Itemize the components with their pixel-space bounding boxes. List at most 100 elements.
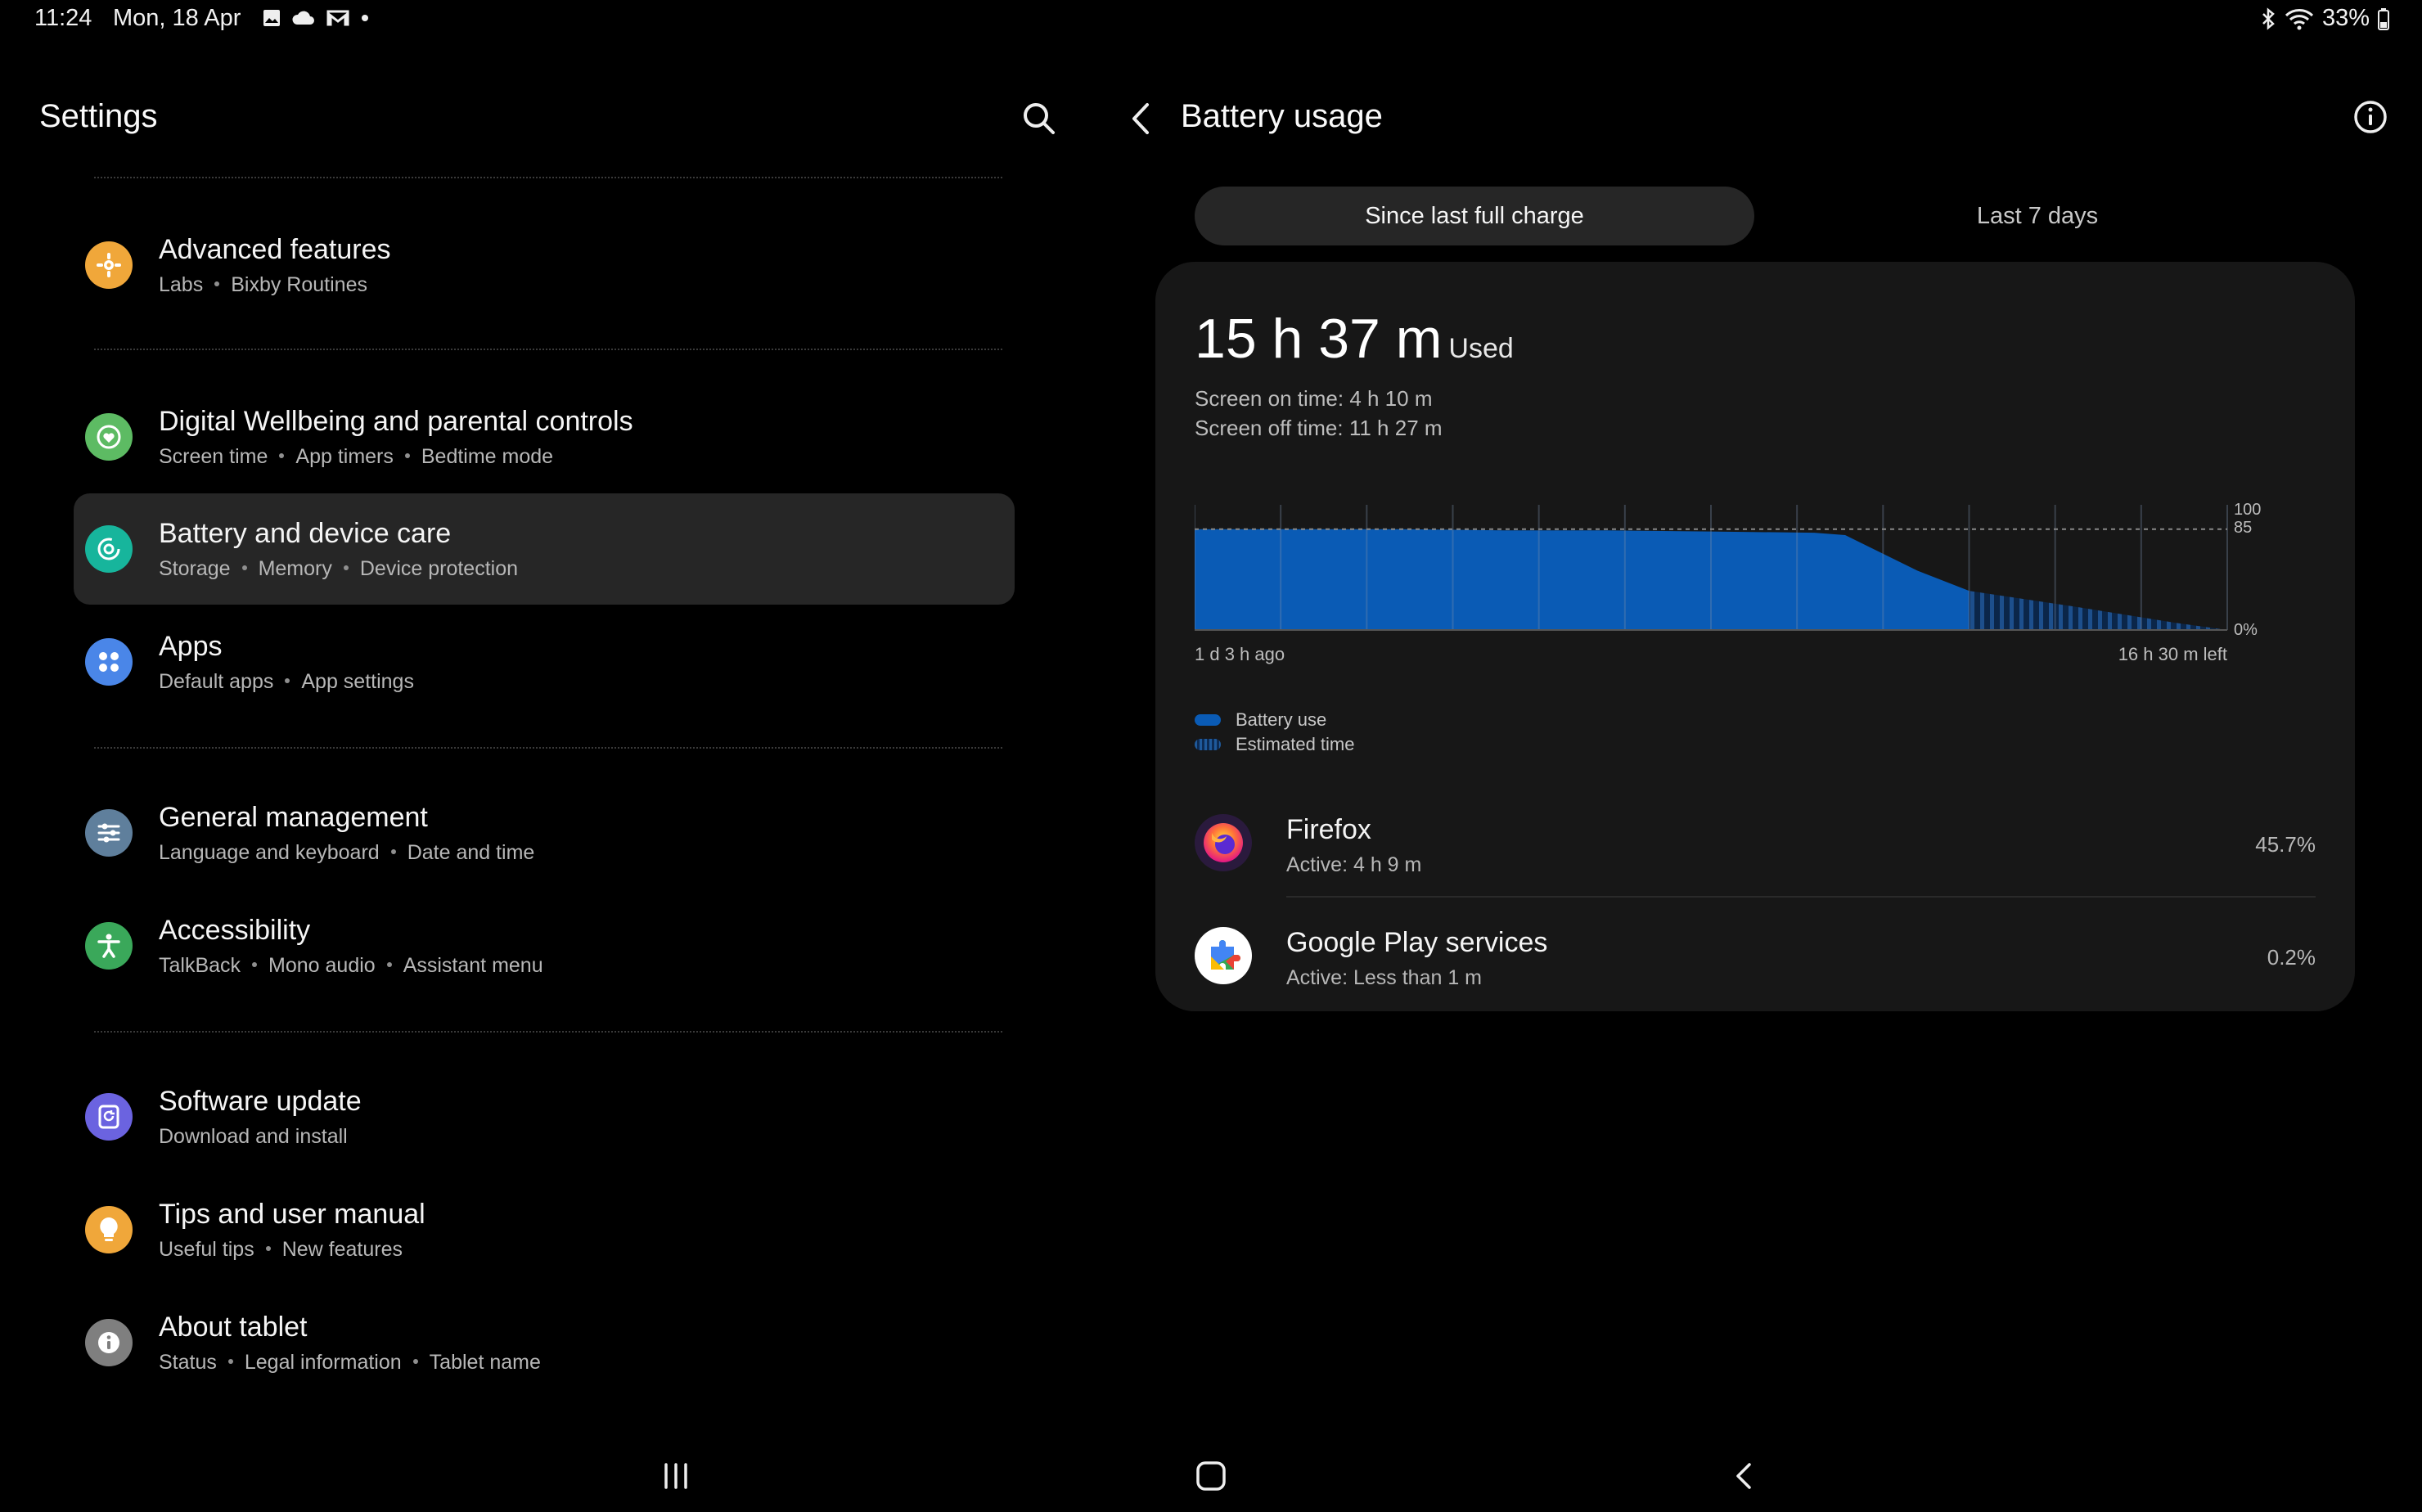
legend-label: Battery use — [1236, 709, 1327, 730]
settings-item-title: Advanced features — [159, 234, 391, 265]
subtitle-part: Labs — [159, 273, 204, 296]
settings-item-battery-device-care[interactable]: Battery and device care Storage Memory Dev… — [74, 493, 1015, 605]
section-divider — [94, 349, 1002, 350]
subtitle-part: Memory — [258, 557, 332, 580]
app-row-firefox[interactable]: Firefox Active: 4 h 9 m 45.7% — [1195, 790, 2316, 896]
tab-last-7-days[interactable]: Last 7 days — [1758, 187, 2317, 245]
screen-on-time: Screen on time: 4 h 10 m — [1195, 386, 1433, 411]
subtitle-part: Default apps — [159, 670, 274, 693]
info-icon — [2354, 101, 2387, 133]
settings-item-advanced-features[interactable]: Advanced features Labs Bixby Routines — [74, 209, 1015, 321]
legend-item-estimated: Estimated time — [1195, 732, 1355, 757]
subtitle-part: App settings — [301, 670, 414, 693]
settings-title: Settings — [39, 98, 158, 134]
home-icon — [1196, 1461, 1226, 1491]
used-time: 15 h 37 m Used — [1195, 307, 1514, 371]
nav-back-button[interactable] — [1726, 1458, 1762, 1494]
subtitle-part: TalkBack — [159, 954, 241, 977]
settings-item-title: Battery and device care — [159, 518, 452, 549]
gmail-icon — [326, 10, 349, 26]
used-label: Used — [1448, 333, 1514, 364]
settings-item-software-update[interactable]: Software update Download and install — [74, 1061, 1015, 1172]
section-divider — [94, 1031, 1002, 1033]
back-button[interactable] — [1123, 97, 1160, 141]
settings-item-accessibility[interactable]: Accessibility TalkBack Mono audio Assistan… — [74, 890, 1015, 1001]
navigation-bar — [0, 1440, 2422, 1512]
subtitle-part: App timers — [295, 445, 394, 468]
settings-item-title: Accessibility — [159, 915, 311, 946]
app-battery-percent: 45.7% — [2255, 832, 2316, 857]
app-row-google-play-services[interactable]: Google Play services Active: Less than 1… — [1195, 902, 2316, 1009]
subtitle-part: Language and keyboard — [159, 841, 380, 864]
y-tick-label: 85 — [2234, 519, 2252, 537]
subtitle-part: Bixby Routines — [231, 273, 367, 296]
legend-item-battery-use: Battery use — [1195, 708, 1355, 732]
chart-legend: Battery use Estimated time — [1195, 708, 1355, 757]
accessibility-icon — [85, 922, 133, 970]
dot-icon — [362, 15, 368, 21]
digital-wellbeing-icon — [85, 413, 133, 461]
lightbulb-icon — [85, 1206, 133, 1253]
app-battery-percent: 0.2% — [2267, 945, 2316, 970]
subtitle-part: Bedtime mode — [421, 445, 554, 468]
subtitle-part: Legal information — [244, 1351, 402, 1374]
settings-item-subtitle: Labs Bixby Routines — [159, 273, 367, 297]
cloud-icon — [292, 11, 314, 25]
subtitle-part: Download and install — [159, 1125, 348, 1148]
recents-button[interactable] — [660, 1460, 692, 1492]
back-icon — [1736, 1463, 1751, 1489]
info-button[interactable] — [2350, 97, 2391, 137]
google-play-services-icon — [1195, 927, 1252, 984]
settings-item-title: Software update — [159, 1086, 362, 1117]
settings-item-title: About tablet — [159, 1312, 308, 1343]
settings-item-apps[interactable]: Apps Default apps App settings — [74, 606, 1015, 718]
settings-item-title: Apps — [159, 631, 223, 662]
app-name: Google Play services — [1286, 927, 1548, 958]
search-button[interactable] — [1019, 98, 1060, 139]
bluetooth-icon — [2262, 7, 2275, 30]
status-time: 11:24 — [34, 5, 92, 31]
software-update-icon — [85, 1093, 133, 1141]
subtitle-part: New features — [281, 1238, 403, 1261]
subtitle-part: Assistant menu — [403, 954, 543, 977]
subtitle-part: Status — [159, 1351, 217, 1374]
status-bar: 11:24 Mon, 18 Apr 33% — [0, 0, 2422, 39]
app-active-time: Active: Less than 1 m — [1286, 966, 1483, 989]
search-icon — [1024, 103, 1055, 134]
battery-icon — [2378, 7, 2389, 30]
device-care-icon — [85, 525, 133, 573]
legend-swatch-battery-use — [1195, 714, 1221, 726]
gallery-icon — [263, 10, 280, 26]
settings-item-subtitle: Screen time App timers Bedtime mode — [159, 445, 553, 469]
subtitle-part: Mono audio — [268, 954, 376, 977]
battery-percent: 33% — [2321, 5, 2370, 31]
subtitle-part: Useful tips — [159, 1238, 254, 1261]
wifi-icon — [2285, 8, 2313, 29]
y-tick-label: 0% — [2234, 621, 2258, 639]
screen-off-time: Screen off time: 11 h 27 m — [1195, 416, 1443, 440]
chevron-left-icon — [1132, 103, 1149, 134]
settings-item-digital-wellbeing[interactable]: Digital Wellbeing and parental controls … — [74, 381, 1015, 493]
notification-icons — [262, 8, 370, 28]
row-divider — [1286, 896, 2316, 898]
battery-usage-chart: 10085 0% 1 d 3 h ago 16 h 30 m left — [1195, 501, 2261, 664]
settings-item-about-tablet[interactable]: About tablet Status Legal information Tabl… — [74, 1287, 1015, 1398]
system-indicators: 33% — [2260, 5, 2389, 32]
subtitle-part: Date and time — [407, 841, 535, 864]
settings-item-subtitle: TalkBack Mono audio Assistant menu — [159, 954, 543, 978]
general-management-icon — [85, 809, 133, 857]
subtitle-part: Tablet name — [429, 1351, 541, 1374]
tab-since-last-full-charge[interactable]: Since last full charge — [1195, 187, 1754, 245]
subtitle-part: Device protection — [359, 557, 519, 580]
subtitle-part: Storage — [159, 557, 231, 580]
settings-item-subtitle: Default apps App settings — [159, 670, 414, 694]
x-end-label: 16 h 30 m left — [2118, 644, 2227, 664]
apps-icon — [85, 638, 133, 686]
legend-label: Estimated time — [1236, 734, 1355, 754]
used-time-value: 15 h 37 m — [1195, 308, 1443, 370]
settings-item-general-management[interactable]: General management Language and keyboard… — [74, 777, 1015, 889]
page-title: Battery usage — [1181, 98, 1383, 134]
settings-item-tips-user-manual[interactable]: Tips and user manual Useful tips New feat… — [74, 1174, 1015, 1285]
home-button[interactable] — [1193, 1458, 1229, 1494]
section-divider — [94, 177, 1002, 178]
